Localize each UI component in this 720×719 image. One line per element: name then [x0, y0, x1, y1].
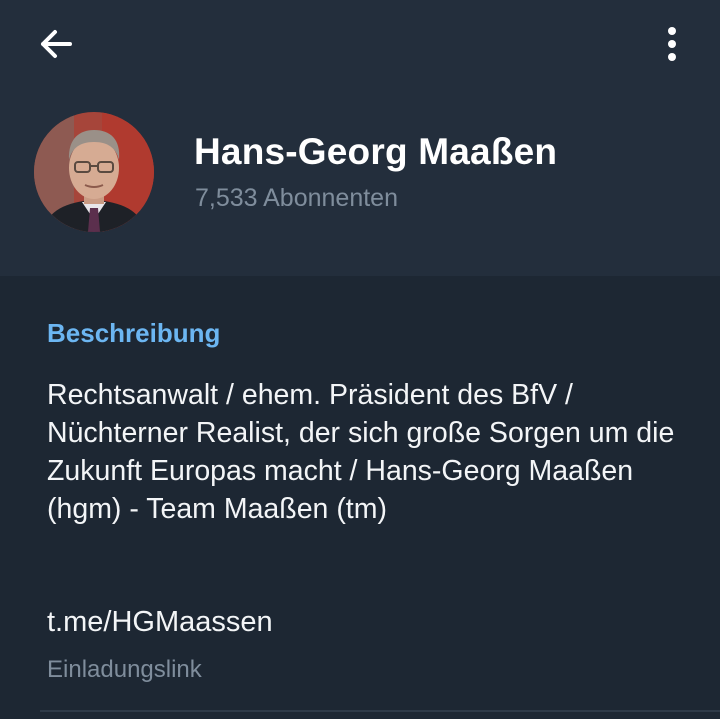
more-options-button[interactable]: [650, 20, 694, 68]
invite-link[interactable]: t.me/HGMaassen: [47, 606, 273, 639]
section-divider: [40, 710, 720, 712]
channel-description[interactable]: Rechtsanwalt / ehem. Präsident des BfV /…: [47, 376, 687, 528]
channel-title: Hans-Georg Maaßen: [194, 131, 558, 172]
back-button[interactable]: [30, 22, 82, 66]
subscriber-count: 7,533 Abonnenten: [195, 184, 398, 212]
more-vertical-icon: [668, 27, 676, 61]
channel-info-screen: Hans-Georg Maaßen 7,533 Abonnenten Besch…: [0, 0, 720, 719]
profile-header: Hans-Georg Maaßen 7,533 Abonnenten: [0, 0, 720, 276]
invite-link-caption: Einladungslink: [47, 656, 202, 683]
channel-avatar[interactable]: [34, 112, 154, 232]
avatar-image: [34, 112, 154, 232]
section-heading-description: Beschreibung: [47, 318, 221, 348]
info-section: Beschreibung Rechtsanwalt / ehem. Präsid…: [0, 276, 720, 719]
arrow-left-icon: [41, 30, 72, 58]
